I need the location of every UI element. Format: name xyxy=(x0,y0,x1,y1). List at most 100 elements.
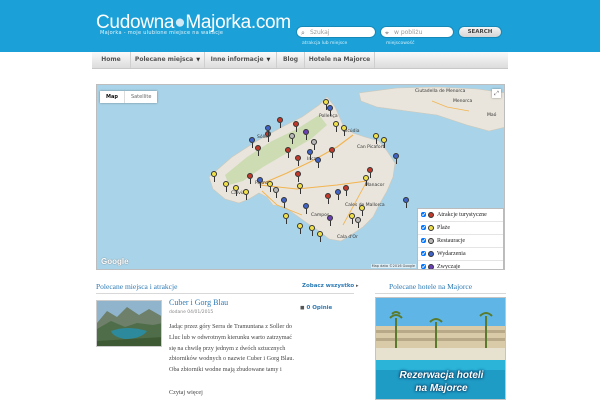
search-input[interactable]: ⌕ Szukaj xyxy=(296,26,376,38)
article-comments-link[interactable]: ◼ 0 Opinie xyxy=(300,305,332,311)
legend-item-beaches[interactable]: Plaże xyxy=(418,222,503,235)
section-divider xyxy=(375,293,506,294)
search-button[interactable]: SEARCH xyxy=(458,26,502,38)
legend-checkbox[interactable] xyxy=(421,212,426,218)
map-marker-beach[interactable] xyxy=(309,225,315,236)
main-navigation: Home Polecane miejsca ▼ Inne informacje ▼ … xyxy=(92,52,508,69)
map-marker-beach[interactable] xyxy=(297,223,303,234)
map-marker-event[interactable] xyxy=(257,177,263,188)
event-marker-icon xyxy=(428,250,434,257)
search-hint: atrakcja lub miejsce xyxy=(302,41,348,46)
map-type-map-button[interactable]: Map xyxy=(100,91,124,103)
map-marker-beach[interactable] xyxy=(333,121,339,132)
section-divider xyxy=(96,293,354,294)
map-marker-attraction[interactable] xyxy=(285,147,291,158)
map-marker-event[interactable] xyxy=(303,203,309,214)
map-marker-beach[interactable] xyxy=(373,133,379,144)
article-date: dodane 04/01/2015 xyxy=(169,310,214,315)
map-marker-restaurant[interactable] xyxy=(289,133,295,144)
beach-marker-icon xyxy=(428,224,434,231)
map-marker-event[interactable] xyxy=(393,153,399,164)
map-marker-attraction[interactable] xyxy=(329,147,335,158)
nav-item-home[interactable]: Home xyxy=(92,52,131,68)
legend-item-restaurants[interactable]: Restauracje xyxy=(418,235,503,248)
map-marker-attraction[interactable] xyxy=(247,173,253,184)
map-marker-attraction[interactable] xyxy=(343,185,349,196)
hotel-banner-line1: Rezerwacja hoteli xyxy=(399,370,484,381)
map-marker-event[interactable] xyxy=(315,157,321,168)
map-marker-attraction[interactable] xyxy=(277,117,283,128)
map-marker-beach[interactable] xyxy=(233,185,239,196)
dropdown-caret-icon: ▼ xyxy=(196,57,201,63)
map-marker-beach[interactable] xyxy=(349,213,355,224)
nav-item-blog[interactable]: Blog xyxy=(277,52,305,68)
location-input[interactable]: ⌖ w pobliżu xyxy=(380,26,454,38)
map-label-manacor: Manacor xyxy=(365,183,385,188)
legend-checkbox[interactable] xyxy=(421,225,426,231)
map-marker-attraction[interactable] xyxy=(325,193,331,204)
comment-bubble-icon: ◼ xyxy=(300,305,305,311)
map-marker-custom[interactable] xyxy=(327,215,333,226)
article-excerpt: Jadąc przez góry Serra de Tramuntana z S… xyxy=(169,323,294,374)
map-marker-event[interactable] xyxy=(265,125,271,136)
see-all-link[interactable]: Zobacz wszystko ▸ xyxy=(302,283,359,289)
legend-checkbox[interactable] xyxy=(421,264,426,269)
map-marker-beach[interactable] xyxy=(211,171,217,182)
map-label-can-picafort: Can Picafort xyxy=(357,145,385,150)
nav-item-other-info[interactable]: Inne informacje ▼ xyxy=(205,52,277,68)
map-marker-custom[interactable] xyxy=(303,129,309,140)
map-marker-event[interactable] xyxy=(249,137,255,148)
map-marker-event[interactable] xyxy=(403,197,409,208)
map-marker-event[interactable] xyxy=(307,149,313,160)
google-logo: Google xyxy=(101,257,129,266)
map-marker-restaurant[interactable] xyxy=(273,187,279,198)
map-label-pollenca: Pollença xyxy=(319,114,338,119)
map-marker-beach[interactable] xyxy=(267,181,273,192)
map-marker-restaurant[interactable] xyxy=(311,139,317,150)
map-marker-event[interactable] xyxy=(335,189,341,200)
hotel-booking-banner[interactable]: Rezerwacja hoteli na Majorce xyxy=(375,297,506,400)
map-label-ciutadella: Ciutadella de Menorca xyxy=(415,89,466,94)
hotel-banner-line2: na Majorce xyxy=(415,383,468,394)
custom-marker-icon xyxy=(428,263,434,269)
map-marker-beach[interactable] xyxy=(317,231,323,242)
map-marker-beach[interactable] xyxy=(223,181,229,192)
legend-item-customs[interactable]: Zwyczaje xyxy=(418,261,503,269)
interactive-map[interactable]: Map Satellite ⤢ Ciutadella de Menorca Men… xyxy=(96,84,505,270)
dropdown-caret-icon: ▼ xyxy=(266,57,271,63)
article-title-link[interactable]: Cuber i Gorg Blau xyxy=(169,298,228,307)
fullscreen-icon[interactable]: ⤢ xyxy=(492,89,501,98)
nav-item-hotels[interactable]: Hotele na Majorce xyxy=(305,52,375,68)
legend-item-attractions[interactable]: Atrakcje turystyczne xyxy=(418,209,503,222)
map-marker-attraction[interactable] xyxy=(293,121,299,132)
article-thumbnail[interactable] xyxy=(96,300,162,347)
site-tagline: Majorka - moje ulubione miejsce na wakac… xyxy=(100,30,224,36)
map-marker-beach[interactable] xyxy=(323,99,329,110)
map-type-satellite-button[interactable]: Satellite xyxy=(123,91,157,103)
nav-item-recommended-places[interactable]: Polecane miejsca ▼ xyxy=(131,52,205,68)
map-marker-beach[interactable] xyxy=(283,213,289,224)
map-marker-beach[interactable] xyxy=(359,205,365,216)
map-marker-restaurant[interactable] xyxy=(355,217,361,228)
legend-checkbox[interactable] xyxy=(421,251,426,257)
map-marker-beach[interactable] xyxy=(363,175,369,186)
map-label-mao: Maó xyxy=(487,113,497,118)
location-hint: miejscowość xyxy=(386,41,415,46)
legend-item-events[interactable]: Wydarzenia xyxy=(418,248,503,261)
map-marker-event[interactable] xyxy=(281,197,287,208)
read-more-link[interactable]: Czytaj więcej xyxy=(169,389,203,396)
map-marker-beach[interactable] xyxy=(297,183,303,194)
map-label-cala-dor: Cala d'Or xyxy=(337,235,358,240)
section-title-places: Polecane miejsca i atrakcje xyxy=(96,282,178,291)
map-marker-event[interactable] xyxy=(327,105,333,116)
map-marker-attraction[interactable] xyxy=(367,167,373,178)
legend-checkbox[interactable] xyxy=(421,238,426,244)
map-marker-attraction[interactable] xyxy=(255,145,261,156)
map-marker-beach[interactable] xyxy=(381,137,387,148)
map-marker-beach[interactable] xyxy=(243,189,249,200)
search-icon: ⌕ xyxy=(301,29,305,37)
site-header: Cudowna●Majorka.com Majorka - moje ulubi… xyxy=(0,0,600,52)
map-marker-attraction[interactable] xyxy=(295,171,301,182)
map-marker-attraction[interactable] xyxy=(295,155,301,166)
map-marker-beach[interactable] xyxy=(341,125,347,136)
